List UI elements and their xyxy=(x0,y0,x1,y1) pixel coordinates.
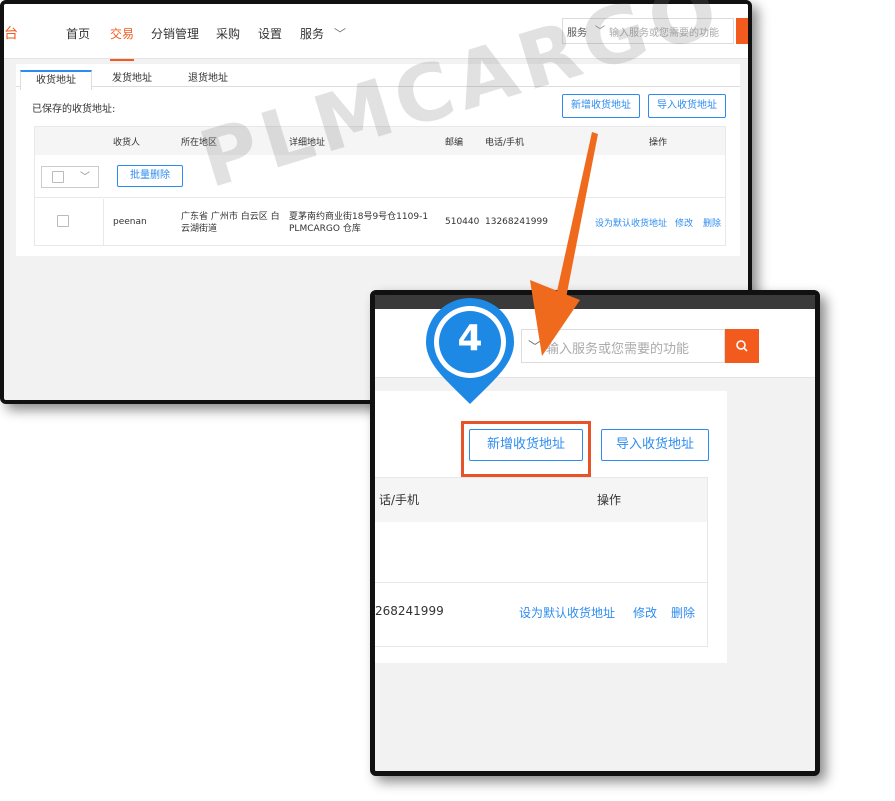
set-default-link[interactable]: 设为默认收货地址 xyxy=(519,604,615,621)
delete-link[interactable]: 删除 xyxy=(671,604,695,621)
batch-delete-button[interactable]: 批量删除 xyxy=(117,165,183,187)
chevron-down-icon[interactable]: ﹀ xyxy=(80,168,90,183)
nav-purchase[interactable]: 采购 xyxy=(216,25,240,42)
table-row: 268241999 设为默认收货地址 修改 删除 xyxy=(375,584,707,644)
row-checkbox[interactable] xyxy=(57,215,69,227)
tab-sender-address[interactable]: 发货地址 xyxy=(112,70,152,88)
nav-settings[interactable]: 设置 xyxy=(258,25,282,42)
column-divider xyxy=(103,199,104,245)
delete-link[interactable]: 删除 xyxy=(703,216,721,229)
recipient-address: 夏茅南约商业街18号9号仓1109-1 PLMCARGO 仓库 xyxy=(289,212,429,234)
highlight-box xyxy=(461,421,591,477)
add-address-button[interactable]: 新增收货地址 xyxy=(562,94,640,118)
import-address-button[interactable]: 导入收货地址 xyxy=(648,94,726,118)
step-number: 4 xyxy=(457,318,483,359)
select-all-checkbox[interactable] xyxy=(52,171,64,183)
import-address-button[interactable]: 导入收货地址 xyxy=(601,429,709,461)
edit-link[interactable]: 修改 xyxy=(675,216,693,229)
brand-logo-text: 台 xyxy=(4,26,18,42)
recipient-name: peenan xyxy=(113,217,147,227)
recipient-postcode: 510440 xyxy=(445,217,480,227)
search-button[interactable] xyxy=(736,18,748,44)
table-header: 话/手机 操作 xyxy=(375,478,707,522)
header-actions: 操作 xyxy=(649,138,668,148)
nav-services[interactable]: 服务 xyxy=(300,25,324,42)
header-phone: 电话/手机 xyxy=(485,138,525,148)
header-phone: 话/手机 xyxy=(379,493,420,507)
saved-address-label: 已保存的收货地址: xyxy=(32,104,116,115)
nav-trade[interactable]: 交易 xyxy=(110,25,135,61)
chevron-down-icon[interactable]: ﹀ xyxy=(334,25,346,42)
header-actions: 操作 xyxy=(597,493,622,507)
nav-home[interactable]: 首页 xyxy=(66,25,90,42)
header-postcode: 邮编 xyxy=(445,138,464,148)
recipient-phone: 268241999 xyxy=(375,604,444,618)
address-table: 话/手机 操作 268241999 设为默认收货地址 修改 删除 xyxy=(375,477,708,647)
batch-action-row xyxy=(375,522,707,583)
tab-shipping-address[interactable]: 收货地址 xyxy=(20,70,92,90)
search-icon xyxy=(736,340,748,352)
recipient-region: 广东省 广州市 白云区 白云湖街道 xyxy=(181,212,280,234)
tab-return-address[interactable]: 退货地址 xyxy=(188,70,228,88)
nav-distribution[interactable]: 分销管理 xyxy=(151,25,199,42)
select-all-dropdown[interactable]: ﹀ xyxy=(41,166,99,188)
search-button[interactable] xyxy=(725,329,759,363)
edit-link[interactable]: 修改 xyxy=(633,604,657,621)
arrow-icon xyxy=(530,132,598,356)
header-recipient: 收货人 xyxy=(113,138,141,148)
